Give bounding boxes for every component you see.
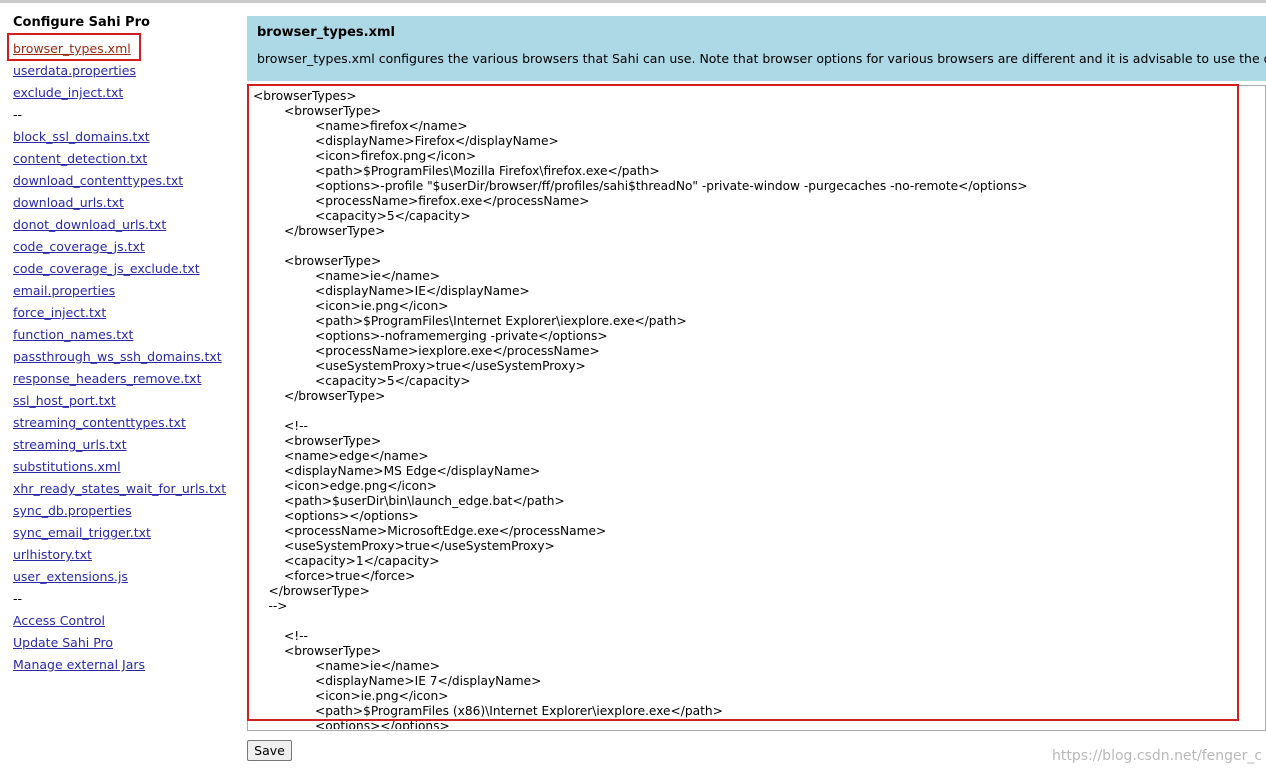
sidebar-item: force_inject.txt [13, 302, 226, 324]
sidebar-item: urlhistory.txt [13, 544, 226, 566]
sidebar-link-force-inject-txt[interactable]: force_inject.txt [13, 305, 106, 320]
sidebar-item: content_detection.txt [13, 148, 226, 170]
sidebar-link-function-names-txt[interactable]: function_names.txt [13, 327, 133, 342]
sidebar-link-block-ssl-domains-txt[interactable]: block_ssl_domains.txt [13, 129, 150, 144]
sidebar-item: donot_download_urls.txt [13, 214, 226, 236]
sidebar-item: code_coverage_js.txt [13, 236, 226, 258]
sidebar-item: passthrough_ws_ssh_domains.txt [13, 346, 226, 368]
config-editor-textarea[interactable] [249, 87, 1264, 729]
sidebar-link-donot-download-urls-txt[interactable]: donot_download_urls.txt [13, 217, 166, 232]
watermark: https://blog.csdn.net/fenger_c [1052, 748, 1263, 764]
sidebar-link-update-sahi-pro[interactable]: Update Sahi Pro [13, 635, 113, 650]
sidebar-item: xhr_ready_states_wait_for_urls.txt [13, 478, 226, 500]
sidebar-item: download_urls.txt [13, 192, 226, 214]
sidebar-item: Manage external Jars [13, 654, 226, 676]
sidebar-separator: -- [13, 107, 23, 122]
sidebar-link-browser-types-xml[interactable]: browser_types.xml [13, 41, 131, 56]
sidebar-link-userdata-properties[interactable]: userdata.properties [13, 63, 136, 78]
sidebar-item: exclude_inject.txt [13, 82, 226, 104]
sidebar-item: sync_email_trigger.txt [13, 522, 226, 544]
sidebar-link-substitutions-xml[interactable]: substitutions.xml [13, 459, 121, 474]
sidebar-item: browser_types.xml [13, 38, 226, 60]
sidebar-item: download_contenttypes.txt [13, 170, 226, 192]
sidebar-item: sync_db.properties [13, 500, 226, 522]
sidebar-item: user_extensions.js [13, 566, 226, 588]
info-description: browser_types.xml configures the various… [257, 51, 1266, 66]
info-panel: browser_types.xml browser_types.xml conf… [247, 16, 1266, 81]
sidebar-link-code-coverage-js-txt[interactable]: code_coverage_js.txt [13, 239, 145, 254]
sidebar-link-xhr-ready-states-wait-for-urls-txt[interactable]: xhr_ready_states_wait_for_urls.txt [13, 481, 226, 496]
save-button[interactable]: Save [247, 740, 292, 761]
sidebar-title: Configure Sahi Pro [13, 15, 150, 30]
sidebar-item: code_coverage_js_exclude.txt [13, 258, 226, 280]
sidebar-item: userdata.properties [13, 60, 226, 82]
sidebar-link-manage-external-jars[interactable]: Manage external Jars [13, 657, 145, 672]
sidebar-item: email.properties [13, 280, 226, 302]
info-title: browser_types.xml [257, 25, 395, 40]
main-panel: browser_types.xml browser_types.xml conf… [247, 16, 1266, 774]
sidebar-link-email-properties[interactable]: email.properties [13, 283, 115, 298]
sidebar-link-download-contenttypes-txt[interactable]: download_contenttypes.txt [13, 173, 183, 188]
sidebar-item: streaming_contenttypes.txt [13, 412, 226, 434]
sidebar: Configure Sahi Pro browser_types.xmluser… [0, 3, 240, 774]
sidebar-item: streaming_urls.txt [13, 434, 226, 456]
sidebar-item: substitutions.xml [13, 456, 226, 478]
sidebar-link-download-urls-txt[interactable]: download_urls.txt [13, 195, 124, 210]
sidebar-link-urlhistory-txt[interactable]: urlhistory.txt [13, 547, 92, 562]
sidebar-link-access-control[interactable]: Access Control [13, 613, 105, 628]
sidebar-link-exclude-inject-txt[interactable]: exclude_inject.txt [13, 85, 123, 100]
sidebar-link-streaming-contenttypes-txt[interactable]: streaming_contenttypes.txt [13, 415, 186, 430]
sidebar-nav: browser_types.xml userdata.properties excl… [13, 38, 226, 676]
sidebar-item: Access Control [13, 610, 226, 632]
sidebar-item: function_names.txt [13, 324, 226, 346]
sidebar-item: Update Sahi Pro [13, 632, 226, 654]
sidebar-link-passthrough-ws-ssh-domains-txt[interactable]: passthrough_ws_ssh_domains.txt [13, 349, 222, 364]
sidebar-link-sync-email-trigger-txt[interactable]: sync_email_trigger.txt [13, 525, 151, 540]
sidebar-link-ssl-host-port-txt[interactable]: ssl_host_port.txt [13, 393, 116, 408]
sidebar-separator: -- [13, 591, 23, 606]
sidebar-link-user-extensions-js[interactable]: user_extensions.js [13, 569, 128, 584]
sidebar-link-code-coverage-js-exclude-txt[interactable]: code_coverage_js_exclude.txt [13, 261, 200, 276]
sidebar-link-sync-db-properties[interactable]: sync_db.properties [13, 503, 132, 518]
sidebar-item: ssl_host_port.txt [13, 390, 226, 412]
editor-frame [247, 85, 1266, 731]
sidebar-link-streaming-urls-txt[interactable]: streaming_urls.txt [13, 437, 127, 452]
sidebar-item: block_ssl_domains.txt [13, 126, 226, 148]
sidebar-link-response-headers-remove-txt[interactable]: response_headers_remove.txt [13, 371, 201, 386]
sidebar-link-content-detection-txt[interactable]: content_detection.txt [13, 151, 147, 166]
sidebar-item: response_headers_remove.txt [13, 368, 226, 390]
